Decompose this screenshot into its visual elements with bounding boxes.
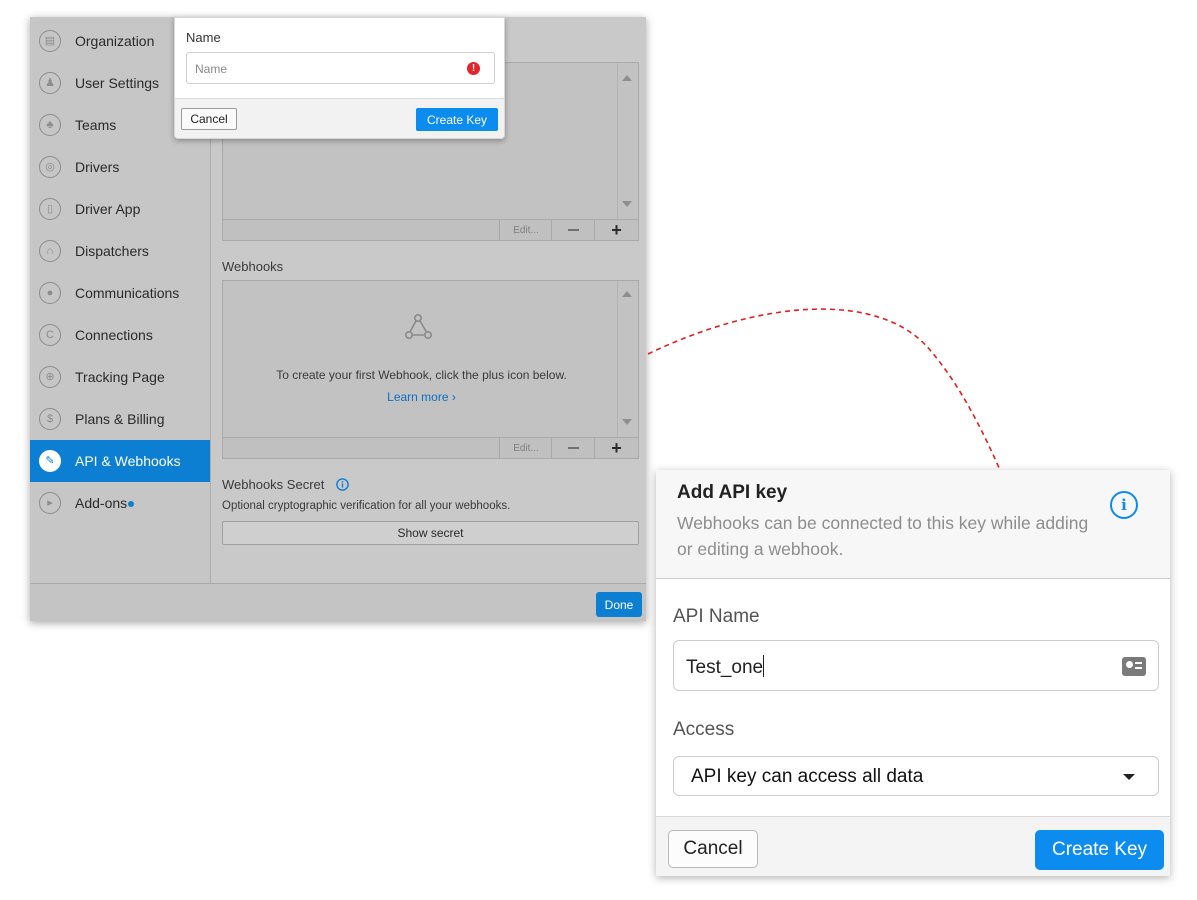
- scroll-up-arrow-icon[interactable]: [622, 291, 632, 297]
- text-caret: [763, 655, 765, 677]
- sidebar-item-drivers[interactable]: ◎ Drivers: [30, 146, 210, 188]
- access-label: Access: [673, 719, 735, 740]
- webhooks-toolbar: Edit... +: [222, 437, 639, 459]
- headset-icon: ∩: [39, 240, 61, 262]
- window-footer: Done: [30, 583, 646, 621]
- dialog-title: Add API key: [677, 482, 788, 503]
- webhooks-title: Webhooks: [222, 259, 284, 274]
- create-key-button[interactable]: Create Key: [1035, 830, 1164, 870]
- sidebar-item-tracking-page[interactable]: ⊕ Tracking Page: [30, 356, 210, 398]
- minus-icon: [568, 447, 579, 449]
- plugin-icon: ▸: [39, 492, 61, 514]
- webhooks-empty-message: To create your first Webhook, click the …: [276, 368, 567, 382]
- webhooks-scrollbar[interactable]: [617, 281, 638, 437]
- sidebar-item-label: Driver App: [75, 201, 141, 217]
- sidebar-item-label: Dispatchers: [75, 243, 149, 259]
- sidebar-item-label: Plans & Billing: [75, 411, 165, 427]
- name-input[interactable]: Name !: [186, 52, 495, 84]
- sidebar-item-label: Connections: [75, 327, 153, 343]
- dialog-footer: Cancel Create Key: [656, 816, 1170, 876]
- create-key-popover: Name Name ! Cancel Create Key: [174, 17, 505, 139]
- sidebar-item-dispatchers[interactable]: ∩ Dispatchers: [30, 230, 210, 272]
- contact-card-icon[interactable]: [1122, 657, 1146, 676]
- cancel-button[interactable]: Cancel: [181, 108, 237, 130]
- wrench-icon: ✎: [39, 450, 61, 472]
- steering-wheel-icon: ◎: [39, 156, 61, 178]
- dialog-header: Add API key Webhooks can be connected to…: [656, 470, 1170, 579]
- sidebar-item-label: Drivers: [75, 159, 120, 175]
- done-button[interactable]: Done: [596, 592, 642, 617]
- sidebar-item-add-ons[interactable]: ▸ Add-ons: [30, 482, 210, 524]
- webhooks-list[interactable]: To create your first Webhook, click the …: [222, 280, 639, 438]
- api-keys-scrollbar[interactable]: [617, 63, 638, 219]
- building-icon: ▤: [39, 30, 61, 52]
- api-name-value-wrap: Test_one: [686, 655, 765, 679]
- add-webhook-button[interactable]: +: [594, 438, 638, 458]
- add-api-key-dialog: Add API key Webhooks can be connected to…: [656, 470, 1170, 876]
- sidebar-item-driver-app[interactable]: ▯ Driver App: [30, 188, 210, 230]
- sidebar-item-label: User Settings: [75, 75, 160, 91]
- error-icon: !: [467, 62, 480, 75]
- chat-icon: ●: [39, 282, 61, 304]
- new-badge-dot: [128, 501, 135, 507]
- edit-webhook-button[interactable]: Edit...: [499, 438, 552, 458]
- sidebar-item-label: Organization: [75, 33, 155, 49]
- cancel-button[interactable]: Cancel: [668, 830, 758, 868]
- dialog-subtitle: Webhooks can be connected to this key wh…: [677, 513, 1089, 559]
- api-name-label: API Name: [673, 606, 760, 627]
- sidebar-item-api-webhooks[interactable]: ✎ API & Webhooks: [30, 440, 210, 482]
- sidebar-item-label: Add-ons: [75, 495, 128, 511]
- sidebar-item-connections[interactable]: C Connections: [30, 314, 210, 356]
- sidebar-item-label: Tracking Page: [75, 369, 165, 385]
- sidebar-item-label: Communications: [75, 285, 180, 301]
- api-name-input[interactable]: Test_one: [673, 640, 1159, 691]
- api-keys-toolbar: Edit... +: [222, 219, 639, 241]
- access-select-value: API key can access all data: [691, 766, 924, 787]
- remove-webhook-button[interactable]: [551, 438, 595, 458]
- popover-footer: Cancel Create Key: [175, 99, 504, 138]
- phone-icon: ▯: [39, 198, 61, 220]
- api-name-value: Test_one: [686, 657, 764, 678]
- name-input-placeholder: Name: [195, 62, 228, 76]
- learn-more-link[interactable]: Learn more ›: [223, 390, 620, 404]
- add-api-key-button[interactable]: +: [594, 220, 638, 240]
- dollar-icon: $: [39, 408, 61, 430]
- link-icon: C: [39, 324, 61, 346]
- create-key-button[interactable]: Create Key: [416, 108, 498, 131]
- access-select[interactable]: API key can access all data: [673, 756, 1159, 796]
- user-icon: ♟: [39, 72, 61, 94]
- sidebar-item-label: Teams: [75, 117, 117, 133]
- webhooks-secret-hint: Optional cryptographic verification for …: [222, 500, 511, 512]
- sidebar-item-plans-billing[interactable]: $ Plans & Billing: [30, 398, 210, 440]
- scroll-up-arrow-icon[interactable]: [622, 75, 632, 81]
- sidebar-item-communications[interactable]: ● Communications: [30, 272, 210, 314]
- team-icon: ♣: [39, 114, 61, 136]
- webhooks-secret-title: Webhooks Secret: [222, 477, 349, 492]
- remove-api-key-button[interactable]: [551, 220, 595, 240]
- webhooks-secret-label: Webhooks Secret: [222, 477, 325, 492]
- chevron-down-icon: [1123, 774, 1135, 780]
- show-secret-button[interactable]: Show secret: [222, 521, 639, 545]
- edit-api-key-button[interactable]: Edit...: [499, 220, 552, 240]
- webhook-icon: [404, 313, 432, 339]
- scroll-down-arrow-icon[interactable]: [622, 201, 632, 207]
- target-icon: ⊕: [39, 366, 61, 388]
- info-icon[interactable]: [336, 478, 349, 491]
- scroll-down-arrow-icon[interactable]: [622, 419, 632, 425]
- name-label: Name: [186, 30, 221, 45]
- minus-icon: [568, 229, 579, 231]
- sidebar-item-label: API & Webhooks: [75, 453, 181, 469]
- info-icon[interactable]: i: [1110, 491, 1138, 519]
